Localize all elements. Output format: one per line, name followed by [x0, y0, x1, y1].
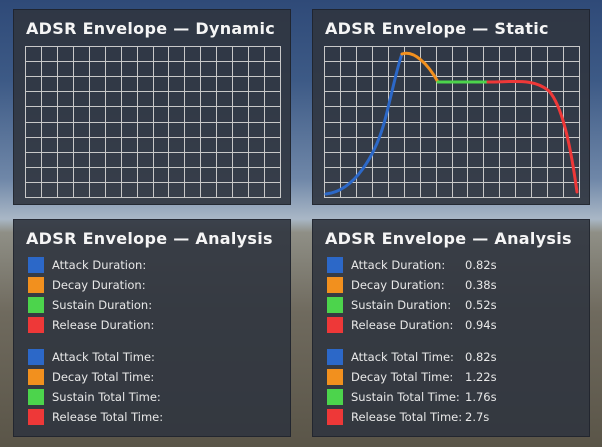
grid-lines	[324, 46, 580, 198]
attack-duration-value: 0.82s	[465, 258, 497, 272]
release-color-swatch	[327, 317, 343, 333]
attack-color-swatch	[327, 349, 343, 365]
release-total-label: Release Total Time:	[351, 410, 463, 424]
release-color-swatch	[28, 409, 44, 425]
attack-duration-label: Attack Duration:	[52, 258, 147, 272]
sustain-color-swatch	[28, 297, 44, 313]
sustain-total-row: Sustain Total Time: 1.76s	[327, 389, 577, 405]
sustain-color-swatch	[327, 297, 343, 313]
analysis-left-title: ADSR Envelope — Analysis	[26, 229, 273, 248]
attack-total-value: 0.82s	[465, 350, 497, 364]
attack-color-swatch	[28, 349, 44, 365]
decay-color-swatch	[327, 277, 343, 293]
decay-total-value: 1.22s	[465, 370, 497, 384]
release-color-swatch	[327, 409, 343, 425]
sustain-total-value: 1.76s	[465, 390, 497, 404]
decay-total-row: Decay Total Time:	[28, 369, 278, 385]
release-duration-row: Release Duration:	[28, 317, 278, 333]
static-panel-title: ADSR Envelope — Static	[325, 19, 549, 38]
analysis-right-title: ADSR Envelope — Analysis	[325, 229, 572, 248]
decay-total-label: Decay Total Time:	[52, 370, 155, 384]
release-duration-row: Release Duration: 0.94s	[327, 317, 577, 333]
release-total-row: Release Total Time: 2.7s	[327, 409, 577, 425]
release-duration-label: Release Duration:	[351, 318, 454, 332]
attack-duration-row: Attack Duration:	[28, 257, 278, 273]
static-envelope-panel: ADSR Envelope — Static	[312, 9, 590, 205]
decay-color-swatch	[28, 369, 44, 385]
dynamic-panel-title: ADSR Envelope — Dynamic	[26, 19, 276, 38]
release-total-row: Release Total Time:	[28, 409, 278, 425]
static-grid	[324, 46, 580, 198]
sustain-total-label: Sustain Total Time:	[52, 390, 161, 404]
decay-duration-row: Decay Duration:	[28, 277, 278, 293]
analysis-panel-right: ADSR Envelope — Analysis Attack Duration…	[312, 219, 590, 437]
release-total-label: Release Total Time:	[52, 410, 164, 424]
sustain-color-swatch	[28, 389, 44, 405]
sustain-duration-label: Sustain Duration:	[52, 298, 153, 312]
static-envelope-graph	[324, 46, 580, 198]
attack-color-swatch	[327, 257, 343, 273]
attack-total-label: Attack Total Time:	[52, 350, 155, 364]
dynamic-grid	[25, 46, 281, 198]
decay-duration-row: Decay Duration: 0.38s	[327, 277, 577, 293]
release-total-value: 2.7s	[465, 410, 490, 424]
decay-duration-value: 0.38s	[465, 278, 497, 292]
release-color-swatch	[28, 317, 44, 333]
decay-color-swatch	[327, 369, 343, 385]
attack-total-label: Attack Total Time:	[351, 350, 454, 364]
attack-total-row: Attack Total Time: 0.82s	[327, 349, 577, 365]
sustain-color-swatch	[327, 389, 343, 405]
sustain-total-label: Sustain Total Time:	[351, 390, 460, 404]
sustain-duration-value: 0.52s	[465, 298, 497, 312]
decay-total-row: Decay Total Time: 1.22s	[327, 369, 577, 385]
attack-total-row: Attack Total Time:	[28, 349, 278, 365]
decay-color-swatch	[28, 277, 44, 293]
analysis-panel-left: ADSR Envelope — Analysis Attack Duration…	[13, 219, 291, 437]
attack-curve	[324, 52, 404, 196]
attack-color-swatch	[28, 257, 44, 273]
release-duration-value: 0.94s	[465, 318, 497, 332]
dynamic-envelope-panel: ADSR Envelope — Dynamic	[13, 9, 291, 205]
sustain-duration-label: Sustain Duration:	[351, 298, 452, 312]
release-duration-label: Release Duration:	[52, 318, 155, 332]
sustain-duration-row: Sustain Duration:	[28, 297, 278, 313]
decay-total-label: Decay Total Time:	[351, 370, 454, 384]
attack-duration-label: Attack Duration:	[351, 258, 446, 272]
sustain-total-row: Sustain Total Time:	[28, 389, 278, 405]
decay-duration-label: Decay Duration:	[351, 278, 445, 292]
sustain-duration-row: Sustain Duration: 0.52s	[327, 297, 577, 313]
grid-lines	[25, 46, 281, 198]
decay-duration-label: Decay Duration:	[52, 278, 146, 292]
dynamic-envelope-graph	[25, 46, 281, 198]
attack-duration-row: Attack Duration: 0.82s	[327, 257, 577, 273]
